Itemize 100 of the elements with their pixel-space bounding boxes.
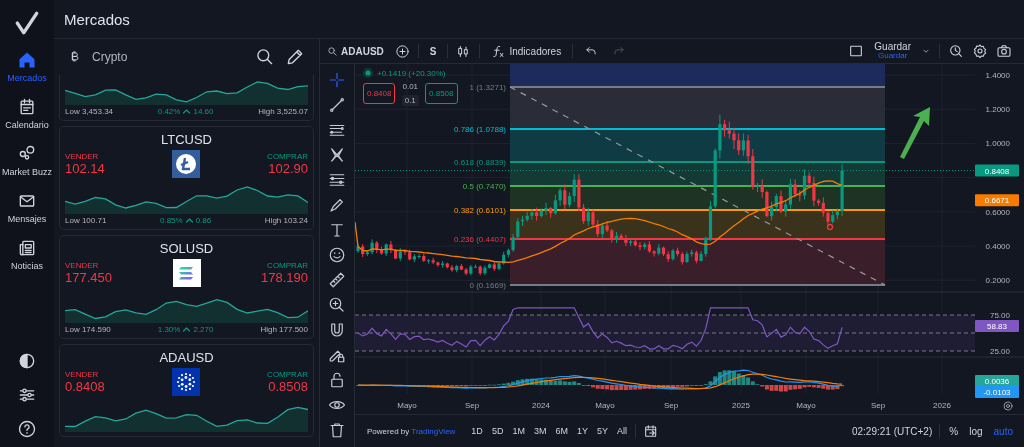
- fib-level-label: 0.236 (0.4407): [453, 235, 506, 244]
- high-value: High 3,525.07: [258, 107, 308, 116]
- time-axis-label: Mayo: [796, 401, 816, 410]
- range-button[interactable]: 1M: [511, 425, 526, 437]
- pencil-icon[interactable]: [285, 47, 305, 67]
- zoom-in-icon[interactable]: [328, 296, 346, 314]
- range-button[interactable]: 1Y: [575, 425, 589, 437]
- coin-logo-icon: [171, 368, 200, 396]
- time-axis-label: 2026: [933, 401, 951, 410]
- value-badge: 0.8408: [975, 164, 1019, 177]
- smiley-icon[interactable]: [328, 246, 346, 264]
- symbol-name: LTCUSD: [159, 132, 213, 147]
- ruler-icon[interactable]: [328, 271, 346, 289]
- sell-label: VENDER: [65, 370, 100, 379]
- camera-icon[interactable]: [996, 43, 1012, 59]
- price-axis-label: 1.2000: [985, 105, 1010, 115]
- nav-item[interactable]: Noticias: [2, 238, 52, 271]
- sell-price: 177.450: [65, 270, 112, 285]
- caret-up-icon: [182, 325, 192, 334]
- value-badge: -0.0103: [975, 386, 1019, 398]
- pattern-icon[interactable]: [328, 146, 346, 164]
- range-button[interactable]: 6M: [554, 425, 569, 437]
- square-icon[interactable]: [848, 43, 865, 59]
- search-icon[interactable]: [255, 47, 275, 67]
- change-points: 2.270: [193, 325, 214, 334]
- text-icon[interactable]: [328, 221, 346, 239]
- coin-logo-icon: [172, 259, 201, 287]
- add-circle-icon[interactable]: [394, 43, 410, 59]
- rsi-axis-label: 75.00: [989, 311, 1010, 320]
- tradingview-link[interactable]: TradingView: [411, 426, 456, 436]
- nav-item[interactable]: Mercados: [2, 50, 52, 83]
- settings-circle-icon[interactable]: [1002, 400, 1014, 412]
- interval-button[interactable]: S: [426, 43, 440, 59]
- scale-option[interactable]: log: [967, 425, 985, 437]
- rsi-axis-label: 25.00: [989, 347, 1010, 356]
- unlock-icon[interactable]: [328, 371, 346, 389]
- nav-item[interactable]: Calendario: [2, 97, 52, 130]
- price-axis-label: 1.4000: [985, 71, 1010, 80]
- fib-level-label: 0.5 (0.7470): [462, 182, 506, 191]
- caret-up-icon: [184, 216, 194, 225]
- brush-icon[interactable]: [328, 196, 346, 214]
- price-change: +0.1419 (+20.30%): [377, 68, 446, 78]
- trend-line-icon[interactable]: [328, 96, 346, 114]
- clock-time: 02:29:21 (UTC+2): [851, 425, 933, 437]
- change-percent: 1.30%: [157, 325, 181, 334]
- spread-value: 0.1: [401, 95, 419, 106]
- save-button[interactable]: Guardar Guardar: [872, 42, 913, 60]
- magnet-icon[interactable]: [328, 321, 346, 339]
- change-points: 0.86: [195, 216, 212, 225]
- contrast-icon[interactable]: [17, 351, 37, 371]
- range-button[interactable]: All: [615, 425, 628, 437]
- market-card[interactable]: SOLUSD VENDER 177.450 COMPRAR 178.190 Low 174.590 1.30% 2.270 High 177.500: [59, 235, 314, 339]
- settings-icon[interactable]: [972, 43, 988, 59]
- caret-up-icon: [182, 107, 192, 116]
- time-axis-label: Sep: [464, 401, 480, 410]
- market-card[interactable]: ADAUSD VENDER 0.8408 COMPRAR 0.8508: [59, 344, 314, 437]
- time-axis-label: Sep: [870, 401, 886, 410]
- scale-option[interactable]: %: [947, 425, 961, 437]
- help-icon[interactable]: [17, 419, 37, 439]
- nav-item[interactable]: Market Buzz: [2, 144, 52, 177]
- range-button[interactable]: 5Y: [595, 425, 609, 437]
- change-percent: 0.42%: [157, 107, 181, 116]
- page-title: Mercados: [64, 10, 130, 28]
- status-dot-icon: [363, 68, 373, 78]
- nav-item[interactable]: Mensajes: [2, 191, 52, 224]
- sell-price: 0.8408: [65, 379, 105, 394]
- time-axis-label: Mayo: [595, 401, 615, 410]
- function-icon: [491, 43, 507, 59]
- trash-icon[interactable]: [328, 421, 346, 439]
- range-button[interactable]: 3M: [532, 425, 548, 437]
- calendar-arrow-icon[interactable]: [643, 423, 659, 439]
- symbol-search[interactable]: ADAUSD: [324, 43, 387, 59]
- range-button[interactable]: 1D: [470, 425, 484, 437]
- category-label: Crypto: [92, 50, 129, 64]
- buy-quote-button[interactable]: 0.8508: [425, 83, 458, 104]
- range-button[interactable]: 5D: [490, 425, 505, 437]
- change-percent: 0.85%: [159, 216, 183, 225]
- fib-level-label: 0 (0.1669): [469, 281, 506, 290]
- value-badge: 0.0036: [975, 375, 1019, 387]
- change-points: 14.60: [193, 107, 214, 116]
- clock-search-icon[interactable]: [948, 43, 964, 59]
- indicators-button[interactable]: Indicadores: [488, 41, 565, 61]
- fib-lines-icon[interactable]: [328, 171, 346, 189]
- price-axis-label: 1.0000: [985, 139, 1010, 149]
- market-card[interactable]: LTCUSD VENDER 102.14 COMPRAR 102.90 Low 100.71 0.85% 0.86 High 103.24: [59, 126, 314, 230]
- newspaper-icon: [17, 238, 37, 258]
- buy-label: COMPRAR: [267, 261, 308, 270]
- buy-price: 178.190: [261, 270, 308, 285]
- coin-logo-icon: [171, 150, 200, 178]
- low-value: Low 174.590: [65, 325, 111, 334]
- buy-price: 102.90: [268, 161, 308, 176]
- time-axis-label: 2024: [532, 401, 550, 410]
- market-card[interactable]: Low 3,453.34 0.42% 14.60 High 3,525.07: [59, 75, 314, 121]
- time-axis-label: Sep: [663, 401, 679, 410]
- symbol-name: ADAUSD: [158, 350, 215, 365]
- scale-option[interactable]: auto: [991, 425, 1015, 437]
- sell-quote-button[interactable]: 0.8408: [363, 83, 396, 104]
- high-value: High 103.24: [264, 216, 308, 225]
- fib-level-label: 1 (1.3271): [469, 83, 506, 92]
- fib-level-label: 0.618 (0.8839): [453, 158, 506, 167]
